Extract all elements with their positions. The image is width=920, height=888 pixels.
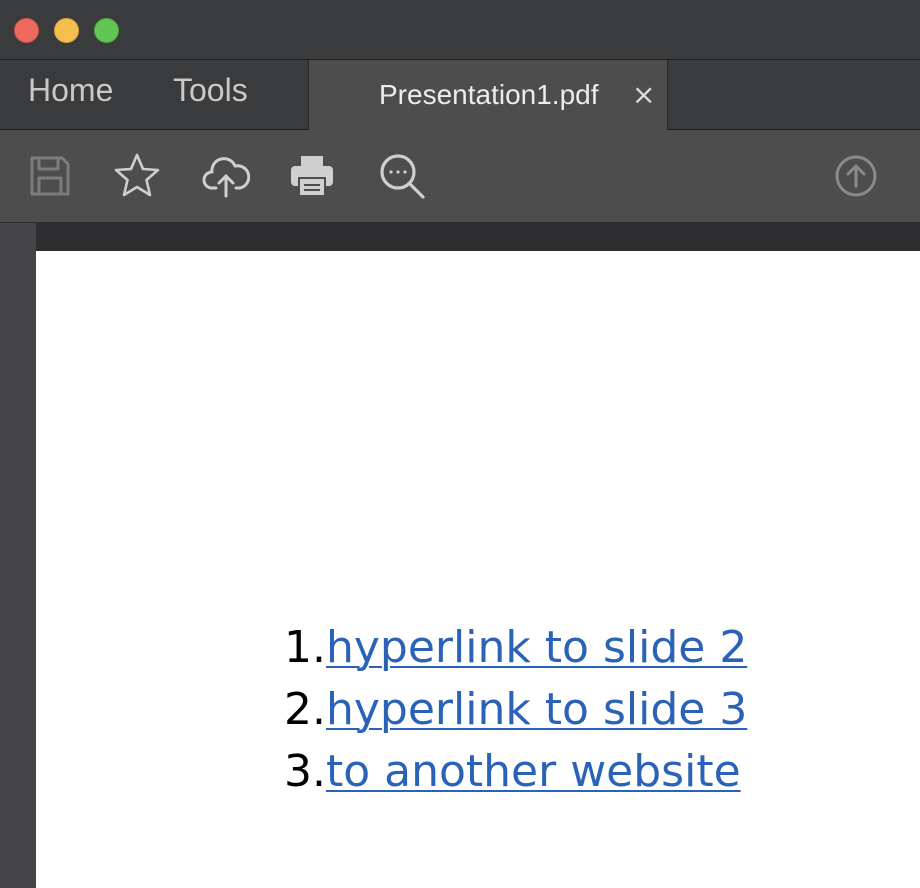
hyperlink-website[interactable]: to another website — [326, 746, 741, 797]
window-minimize-button[interactable] — [54, 18, 79, 43]
list-item: 3.to another website — [284, 741, 747, 803]
list-item: 1.hyperlink to slide 2 — [284, 617, 747, 679]
pdf-page: 1.hyperlink to slide 2 2.hyperlink to sl… — [36, 251, 920, 888]
window-titlebar — [0, 0, 920, 60]
link-list: 1.hyperlink to slide 2 2.hyperlink to sl… — [284, 617, 747, 803]
scroll-up-icon[interactable] — [832, 152, 880, 200]
list-number: 1. — [284, 622, 326, 673]
save-icon[interactable] — [26, 152, 74, 200]
window-maximize-button[interactable] — [94, 18, 119, 43]
list-number: 2. — [284, 684, 326, 735]
document-viewer: 1.hyperlink to slide 2 2.hyperlink to sl… — [0, 223, 920, 888]
tab-tools[interactable]: Tools — [173, 72, 248, 108]
viewer-gutter — [0, 223, 37, 888]
close-tab-icon[interactable]: × — [632, 78, 655, 112]
tab-home[interactable]: Home — [28, 72, 113, 108]
toolbar — [0, 130, 920, 223]
document-tab-label: Presentation1.pdf — [379, 79, 599, 110]
window-close-button[interactable] — [14, 18, 39, 43]
tab-bar: Home Tools Presentation1.pdf × — [0, 60, 920, 130]
page-top-strip — [36, 223, 920, 251]
hyperlink-slide-3[interactable]: hyperlink to slide 3 — [326, 684, 747, 735]
print-icon[interactable] — [288, 152, 336, 200]
tab-document[interactable]: Presentation1.pdf × — [308, 60, 668, 130]
list-item: 2.hyperlink to slide 3 — [284, 679, 747, 741]
bookmark-star-icon[interactable] — [113, 152, 161, 200]
hyperlink-slide-2[interactable]: hyperlink to slide 2 — [326, 622, 747, 673]
search-more-icon[interactable] — [378, 152, 426, 200]
upload-cloud-icon[interactable] — [202, 152, 250, 200]
list-number: 3. — [284, 746, 326, 797]
